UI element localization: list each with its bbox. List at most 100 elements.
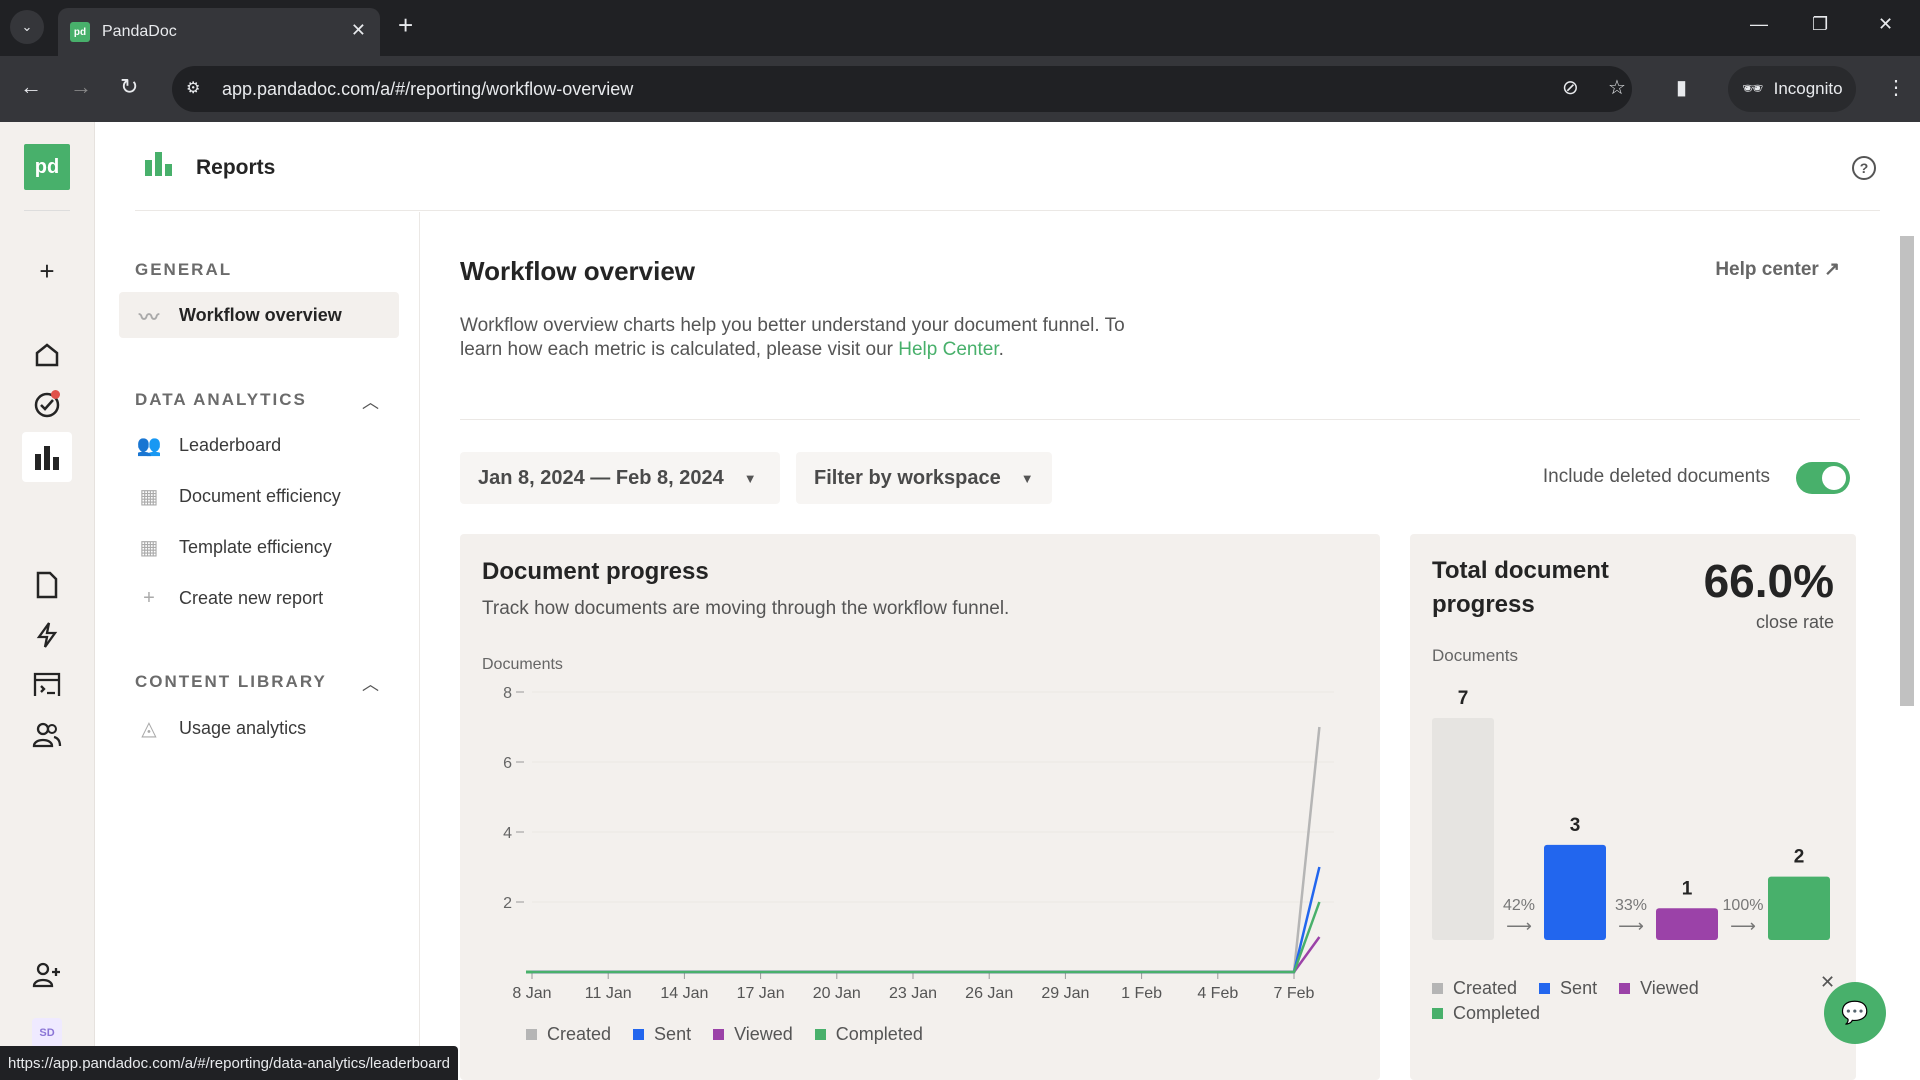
nav-item-template-efficiency[interactable]: ▦ Template efficiency bbox=[119, 524, 399, 570]
reload-button[interactable]: ↻ bbox=[120, 76, 138, 98]
legend-swatch bbox=[1619, 983, 1631, 994]
caret-down-icon: ▼ bbox=[1020, 470, 1034, 486]
x-tick-label: 20 Jan bbox=[813, 985, 861, 1002]
page-scrollbar[interactable] bbox=[1896, 212, 1920, 1080]
series-line-sent bbox=[532, 866, 1321, 974]
external-link-icon: ↗ bbox=[1824, 259, 1840, 280]
conversion-rate-label: 42% bbox=[1503, 897, 1535, 914]
divider bbox=[460, 419, 1860, 420]
page-title: Reports bbox=[196, 156, 276, 179]
nav-item-label: Leaderboard bbox=[179, 434, 282, 455]
app-rail: pd + SD bbox=[0, 122, 95, 1080]
help-center-inline-link[interactable]: Help Center bbox=[898, 339, 998, 360]
nav-item-label: Document efficiency bbox=[179, 485, 341, 506]
bar-created bbox=[1432, 718, 1494, 940]
workspace-filter-value: Filter by workspace bbox=[814, 466, 1001, 489]
collapse-content-library-chevron-icon[interactable]: ︿ bbox=[362, 670, 379, 695]
help-icon[interactable]: ? bbox=[1852, 156, 1876, 180]
nav-item-usage-analytics[interactable]: ◬ Usage analytics bbox=[119, 705, 399, 751]
total-document-progress-card: Total document progress 66.0% close rate… bbox=[1410, 534, 1856, 1080]
incognito-icon: 🕶 bbox=[1742, 79, 1764, 98]
date-range-value: Jan 8, 2024 — Feb 8, 2024 bbox=[478, 466, 724, 489]
incognito-badge[interactable]: 🕶 Incognito bbox=[1728, 66, 1856, 112]
include-deleted-label: Include deleted documents bbox=[1542, 466, 1770, 487]
page-header: Reports ? bbox=[95, 122, 1920, 212]
legend-viewed[interactable]: Viewed bbox=[713, 1024, 793, 1045]
description: Workflow overview charts help you better… bbox=[460, 314, 1140, 362]
help-center-label: Help center bbox=[1715, 259, 1819, 280]
table-icon: ▦ bbox=[139, 485, 159, 508]
x-tick-label: 4 Feb bbox=[1197, 985, 1238, 1002]
tasks-icon[interactable] bbox=[28, 386, 66, 424]
collapse-data-analytics-chevron-icon[interactable]: ︿ bbox=[362, 388, 379, 413]
forward-button[interactable]: → bbox=[70, 76, 92, 98]
bookmark-star-icon[interactable]: ☆ bbox=[1608, 78, 1626, 98]
status-bar-url: https://app.pandadoc.com/a/#/reporting/d… bbox=[0, 1046, 458, 1080]
nav-item-workflow-overview[interactable]: 〰 Workflow overview bbox=[119, 292, 399, 338]
help-center-link[interactable]: Help center ↗ bbox=[1715, 258, 1840, 281]
automation-icon[interactable] bbox=[28, 616, 66, 654]
minimize-button[interactable]: — bbox=[1750, 14, 1768, 35]
reports-nav: GENERAL 〰 Workflow overview DATA ANALYTI… bbox=[95, 212, 420, 1080]
table-icon: ▦ bbox=[139, 536, 159, 559]
legend-sent[interactable]: Sent bbox=[1539, 978, 1597, 999]
x-tick-label: 14 Jan bbox=[660, 985, 708, 1002]
plus-icon[interactable]: + bbox=[28, 252, 66, 290]
plus-icon: + bbox=[143, 586, 155, 609]
address-bar[interactable]: ⚙ app.pandadoc.com/a/#/reporting/workflo… bbox=[172, 66, 1632, 112]
arrow-right-icon: ⟶ bbox=[1506, 916, 1532, 936]
nav-item-create-new-report[interactable]: + Create new report bbox=[119, 575, 399, 621]
tracking-protection-icon[interactable]: ⊘ bbox=[1562, 78, 1579, 98]
back-button[interactable]: ← bbox=[20, 76, 42, 98]
chart-subtitle: Track how documents are moving through t… bbox=[482, 598, 1010, 619]
incognito-label: Incognito bbox=[1773, 79, 1843, 98]
add-member-icon[interactable] bbox=[28, 956, 66, 994]
legend-label: Created bbox=[547, 1024, 612, 1044]
legend-created[interactable]: Created bbox=[1432, 978, 1517, 999]
bar-value-label: 3 bbox=[1570, 815, 1581, 836]
chart-title: Total document progress bbox=[1432, 557, 1609, 618]
main-content: Workflow overview Help center ↗ Workflow… bbox=[460, 212, 1860, 1080]
legend-sent[interactable]: Sent bbox=[633, 1024, 691, 1045]
avatar[interactable]: SD bbox=[32, 1018, 62, 1048]
document-icon[interactable] bbox=[28, 566, 66, 604]
contacts-icon[interactable] bbox=[28, 716, 66, 754]
side-panel-icon[interactable]: ▮ bbox=[1676, 78, 1687, 98]
tab-title: PandaDoc bbox=[102, 23, 177, 40]
include-deleted-toggle[interactable] bbox=[1796, 462, 1850, 494]
legend-completed[interactable]: Completed bbox=[814, 1024, 923, 1045]
scrollbar-thumb[interactable] bbox=[1900, 236, 1914, 706]
browser-menu-icon[interactable]: ⋮ bbox=[1886, 78, 1906, 98]
description-end: . bbox=[998, 339, 1004, 360]
nav-item-label: Workflow overview bbox=[179, 304, 342, 325]
close-tab-icon[interactable]: ✕ bbox=[351, 20, 366, 41]
restore-button[interactable]: ❐ bbox=[1812, 14, 1828, 35]
site-settings-icon[interactable]: ⚙ bbox=[186, 78, 200, 98]
legend-swatch bbox=[1432, 1008, 1443, 1019]
legend-viewed[interactable]: Viewed bbox=[1619, 978, 1699, 999]
x-tick-label: 8 Jan bbox=[512, 985, 551, 1002]
browser-tab[interactable]: pd PandaDoc ✕ bbox=[58, 8, 380, 56]
url-text: app.pandadoc.com/a/#/reporting/workflow-… bbox=[222, 78, 634, 99]
nav-item-document-efficiency[interactable]: ▦ Document efficiency bbox=[119, 473, 399, 519]
caret-down-icon: ▼ bbox=[743, 470, 757, 486]
bar-viewed bbox=[1656, 908, 1718, 940]
arrow-right-icon: ⟶ bbox=[1618, 916, 1644, 936]
close-window-button[interactable]: ✕ bbox=[1878, 14, 1893, 35]
nav-item-label: Usage analytics bbox=[179, 717, 307, 738]
section-title: Workflow overview bbox=[460, 256, 696, 286]
legend-label: Viewed bbox=[734, 1024, 793, 1044]
catalog-icon[interactable] bbox=[28, 666, 66, 704]
legend-completed[interactable]: Completed bbox=[1432, 1003, 1540, 1024]
workspace-filter-dropdown[interactable]: Filter by workspace ▼ bbox=[796, 452, 1052, 504]
chat-widget-button[interactable]: 💬 bbox=[1824, 982, 1886, 1044]
reports-icon[interactable] bbox=[22, 432, 72, 482]
date-range-dropdown[interactable]: Jan 8, 2024 — Feb 8, 2024 ▼ bbox=[460, 452, 780, 504]
legend-created[interactable]: Created bbox=[526, 1024, 611, 1045]
pandadoc-logo[interactable]: pd bbox=[24, 144, 70, 190]
nav-item-leaderboard[interactable]: 👥 Leaderboard bbox=[119, 422, 399, 468]
section-general: GENERAL bbox=[135, 260, 233, 279]
home-icon[interactable] bbox=[28, 336, 66, 374]
tab-search-button[interactable]: ⌄ bbox=[10, 10, 44, 44]
new-tab-button[interactable]: + bbox=[398, 12, 413, 38]
